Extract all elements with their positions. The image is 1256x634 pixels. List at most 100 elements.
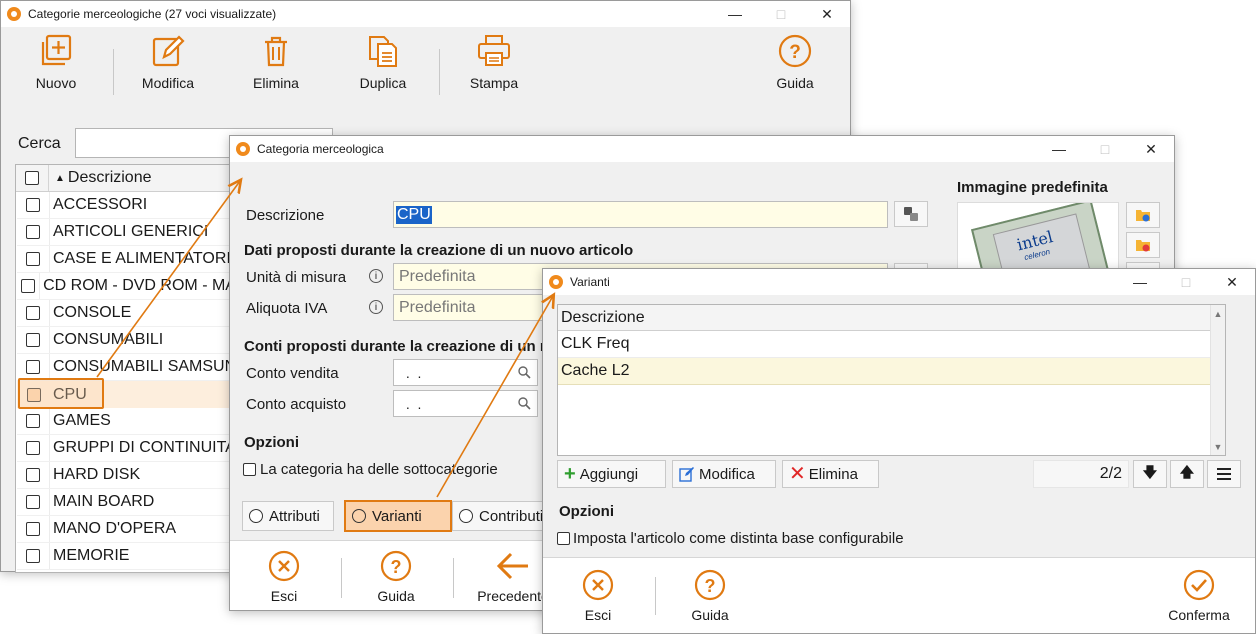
minimize-button[interactable]: — xyxy=(712,1,758,27)
vertical-scrollbar[interactable]: ▲ ▼ xyxy=(1210,305,1225,455)
row-checkbox[interactable] xyxy=(26,468,40,482)
table-row[interactable]: GRUPPI DI CONTINUITA' xyxy=(17,435,255,462)
maximize-button[interactable]: □ xyxy=(758,1,804,27)
modifica-label: Modifica xyxy=(141,75,195,91)
checkbox-box[interactable] xyxy=(243,463,256,476)
descrizione-input[interactable]: CPU xyxy=(393,201,888,228)
minimize-button[interactable]: — xyxy=(1036,136,1082,162)
add-image-button[interactable] xyxy=(1126,202,1160,228)
modifica-button[interactable]: Modifica xyxy=(123,33,213,91)
elimina-button[interactable]: Elimina xyxy=(231,33,321,91)
aliquota-label: Aliquota IVA xyxy=(246,300,328,317)
guida-button[interactable]: ? Guida xyxy=(670,569,750,623)
guida-button[interactable]: ? Guida xyxy=(356,550,436,604)
conferma-button[interactable]: Conferma xyxy=(1159,569,1239,623)
row-checkbox[interactable] xyxy=(26,414,40,428)
scroll-up-arrow-icon[interactable]: ▲ xyxy=(1211,309,1225,319)
row-checkbox[interactable] xyxy=(26,522,40,536)
move-down-button[interactable]: 🡇 xyxy=(1133,460,1167,488)
table-row[interactable]: GAMES xyxy=(17,408,255,435)
search-icon[interactable] xyxy=(518,366,531,379)
aliquota-value: Predefinita xyxy=(399,298,476,316)
table-row[interactable]: ARTICOLI GENERICI xyxy=(17,219,255,246)
conto-vendita-label: Conto vendita xyxy=(246,365,339,382)
app-logo-icon xyxy=(7,7,21,21)
table-row[interactable]: CLK Freq xyxy=(558,331,1210,358)
selected-row-highlight xyxy=(18,378,104,409)
conto-acquisto-input[interactable]: . . xyxy=(393,390,538,417)
search-icon[interactable] xyxy=(518,397,531,410)
table-row[interactable]: CD ROM - DVD ROM - MASTERIZZATORI xyxy=(17,273,255,300)
descrizione-value: CPU xyxy=(396,205,432,224)
unita-value: Predefinita xyxy=(399,267,476,285)
table-row[interactable]: CONSOLE xyxy=(17,300,255,327)
stampa-button[interactable]: Stampa xyxy=(449,33,539,91)
select-all-checkbox[interactable] xyxy=(25,171,39,185)
table-row[interactable]: CASE E ALIMENTATORI xyxy=(17,246,255,273)
maximize-button[interactable]: □ xyxy=(1082,136,1128,162)
tab-attributi[interactable]: Attributi xyxy=(242,501,334,531)
cell-descrizione: GRUPPI DI CONTINUITA' xyxy=(53,439,239,456)
info-icon[interactable]: i xyxy=(369,300,383,314)
sottocategorie-checkbox[interactable]: La categoria ha delle sottocategorie xyxy=(243,461,498,478)
table-row[interactable]: MAIN BOARD xyxy=(17,489,255,516)
column-header-descrizione[interactable]: Descrizione xyxy=(68,169,152,187)
row-checkbox[interactable] xyxy=(26,225,40,239)
table-row[interactable]: MANO D'OPERA xyxy=(17,516,255,543)
distinta-label: Imposta l'articolo come distinta base co… xyxy=(573,530,904,547)
table-row[interactable]: CONSUMABILI SAMSUNG xyxy=(17,354,255,381)
checkbox-box[interactable] xyxy=(557,532,570,545)
table-row[interactable]: ACCESSORI xyxy=(17,192,255,219)
cell-descrizione: Cache L2 xyxy=(561,362,630,379)
close-circle-icon xyxy=(582,569,614,601)
remove-image-button[interactable] xyxy=(1126,232,1160,258)
modifica-button[interactable]: Modifica xyxy=(672,460,776,488)
row-checkbox[interactable] xyxy=(26,252,40,266)
row-checkbox[interactable] xyxy=(26,549,40,563)
guida-button[interactable]: ? Guida xyxy=(750,33,840,91)
move-up-button[interactable]: 🡅 xyxy=(1170,460,1204,488)
scroll-down-arrow-icon[interactable]: ▼ xyxy=(1211,442,1225,452)
nuovo-button[interactable]: Nuovo xyxy=(11,33,101,91)
table-row[interactable]: MEMORIE xyxy=(17,543,255,570)
esci-button[interactable]: Esci xyxy=(244,550,324,604)
elimina-button[interactable]: ✕ Elimina xyxy=(782,460,879,488)
conto-vendita-input[interactable]: . . xyxy=(393,359,538,386)
esci-button[interactable]: Esci xyxy=(558,569,638,623)
tab-varianti[interactable]: Varianti xyxy=(344,500,452,532)
row-checkbox[interactable] xyxy=(26,495,40,509)
elimina-label: Elimina xyxy=(808,465,858,483)
duplica-button[interactable]: Duplica xyxy=(338,33,428,91)
cell-descrizione: CD ROM - DVD ROM - MASTERIZZATORI xyxy=(43,277,255,294)
column-header-descrizione[interactable]: Descrizione xyxy=(561,309,645,327)
aggiungi-button[interactable]: + Aggiungi xyxy=(557,460,666,488)
esci-label: Esci xyxy=(270,588,298,604)
tab-contributi[interactable]: Contributi xyxy=(452,501,548,531)
table-row[interactable]: CONSUMABILI xyxy=(17,327,255,354)
cell-descrizione: HARD DISK xyxy=(53,466,141,483)
row-checkbox[interactable] xyxy=(26,333,40,347)
translate-button[interactable] xyxy=(894,201,928,227)
menu-button[interactable] xyxy=(1207,460,1241,488)
row-checkbox[interactable] xyxy=(21,279,36,293)
grid-header: ▲ Descrizione xyxy=(16,165,254,192)
close-button[interactable]: ✕ xyxy=(1128,136,1174,162)
pager: 2/2 xyxy=(1033,460,1129,488)
help-icon: ? xyxy=(694,569,726,601)
row-checkbox[interactable] xyxy=(26,306,40,320)
row-checkbox[interactable] xyxy=(26,441,40,455)
sort-asc-icon[interactable]: ▲ xyxy=(55,173,65,184)
trash-icon xyxy=(265,36,287,67)
row-checkbox[interactable] xyxy=(26,198,40,212)
radio-icon xyxy=(352,509,366,523)
table-row-selected[interactable]: Cache L2 xyxy=(558,358,1210,385)
info-icon[interactable]: i xyxy=(369,269,383,283)
distinta-checkbox[interactable]: Imposta l'articolo come distinta base co… xyxy=(557,530,904,547)
row-checkbox[interactable] xyxy=(26,360,40,374)
cell-descrizione: CLK Freq xyxy=(561,335,630,352)
maximize-button[interactable]: □ xyxy=(1163,269,1209,295)
close-button[interactable]: ✕ xyxy=(1209,269,1255,295)
close-button[interactable]: ✕ xyxy=(804,1,850,27)
table-row[interactable]: HARD DISK xyxy=(17,462,255,489)
minimize-button[interactable]: — xyxy=(1117,269,1163,295)
